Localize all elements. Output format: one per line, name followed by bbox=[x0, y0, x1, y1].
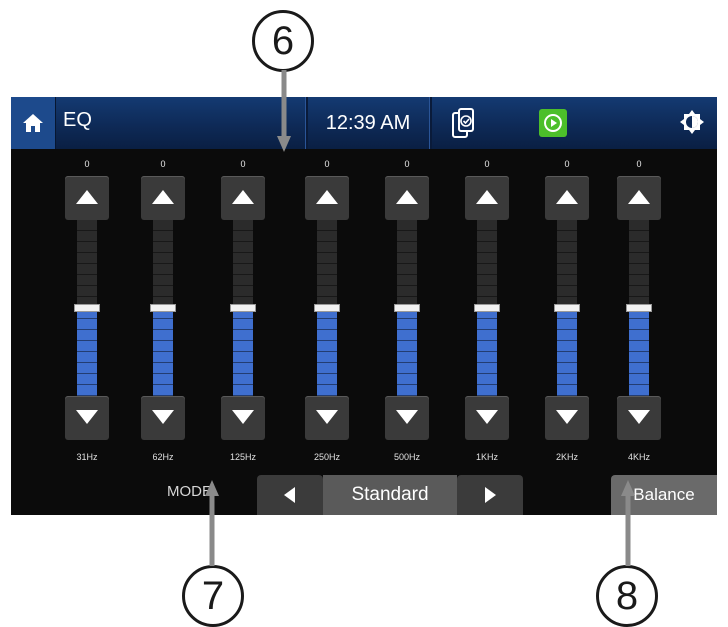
callout-8: 8 bbox=[596, 565, 658, 627]
eq-band-value: 0 bbox=[324, 159, 330, 169]
eq-band-label: 500Hz bbox=[393, 452, 420, 462]
eq-slider[interactable] bbox=[554, 220, 580, 396]
eq-band-value: 0 bbox=[240, 159, 246, 169]
arrow-down-icon bbox=[396, 410, 418, 424]
eq-down-button[interactable] bbox=[385, 396, 429, 440]
eq-slider[interactable] bbox=[474, 220, 500, 396]
eq-band-label: 4KHz bbox=[627, 452, 650, 462]
eq-down-button[interactable] bbox=[221, 396, 265, 440]
phone-link-button[interactable] bbox=[451, 107, 477, 139]
eq-up-button[interactable] bbox=[65, 176, 109, 220]
callout-7: 7 bbox=[182, 565, 244, 627]
callout-6: 6 bbox=[252, 10, 314, 72]
eq-band-value: 0 bbox=[636, 159, 642, 169]
arrow-down-icon bbox=[476, 410, 498, 424]
eq-slider-thumb[interactable] bbox=[150, 304, 176, 312]
eq-slider[interactable] bbox=[74, 220, 100, 396]
eq-band: 0 4KHz bbox=[617, 149, 661, 469]
eq-band-label: 1KHz bbox=[475, 452, 498, 462]
eq-slider-thumb[interactable] bbox=[554, 304, 580, 312]
eq-slider-thumb[interactable] bbox=[74, 304, 100, 312]
eq-down-button[interactable] bbox=[65, 396, 109, 440]
callout-6-arrow bbox=[277, 70, 291, 152]
eq-band-label: 62Hz bbox=[152, 452, 174, 462]
arrow-up-icon bbox=[628, 190, 650, 204]
play-icon bbox=[544, 114, 562, 132]
eq-band: 0 31Hz bbox=[65, 149, 109, 469]
eq-band: 0 62Hz bbox=[141, 149, 185, 469]
eq-up-button[interactable] bbox=[465, 176, 509, 220]
arrow-down-icon bbox=[152, 410, 174, 424]
mode-prev-button[interactable] bbox=[257, 475, 323, 515]
eq-band-value: 0 bbox=[404, 159, 410, 169]
eq-up-button[interactable] bbox=[617, 176, 661, 220]
page-title: EQ bbox=[63, 109, 92, 131]
clock: 12:39 AM bbox=[325, 111, 411, 134]
arrow-up-icon bbox=[556, 190, 578, 204]
eq-down-button[interactable] bbox=[141, 396, 185, 440]
callout-8-arrow bbox=[621, 480, 635, 566]
eq-slider[interactable] bbox=[230, 220, 256, 396]
eq-band-label: 125Hz bbox=[229, 452, 256, 462]
bottom-bar: MODE Standard Balance bbox=[11, 469, 717, 515]
eq-up-button[interactable] bbox=[221, 176, 265, 220]
eq-band: 0 500Hz bbox=[385, 149, 429, 469]
arrow-down-icon bbox=[316, 410, 338, 424]
eq-slider-thumb[interactable] bbox=[230, 304, 256, 312]
eq-down-button[interactable] bbox=[617, 396, 661, 440]
arrow-left-icon bbox=[284, 487, 295, 503]
play-button[interactable] bbox=[539, 109, 567, 137]
mode-value: Standard bbox=[323, 475, 457, 515]
brightness-icon bbox=[680, 110, 704, 134]
eq-screen: EQ 12:39 AM 0 31Hz 0 62Hz 0 125Hz 0 250H… bbox=[11, 97, 717, 515]
eq-band-label: 2KHz bbox=[555, 452, 578, 462]
eq-down-button[interactable] bbox=[545, 396, 589, 440]
arrow-up-icon bbox=[232, 190, 254, 204]
eq-band: 0 1KHz bbox=[465, 149, 509, 469]
eq-up-button[interactable] bbox=[305, 176, 349, 220]
eq-up-button[interactable] bbox=[385, 176, 429, 220]
brightness-button[interactable] bbox=[679, 109, 705, 135]
arrow-down-icon bbox=[628, 410, 650, 424]
eq-slider-thumb[interactable] bbox=[394, 304, 420, 312]
eq-band: 0 2KHz bbox=[545, 149, 589, 469]
eq-up-button[interactable] bbox=[141, 176, 185, 220]
home-icon bbox=[23, 114, 43, 132]
eq-slider-thumb[interactable] bbox=[626, 304, 652, 312]
arrow-down-icon bbox=[556, 410, 578, 424]
mode-next-button[interactable] bbox=[457, 475, 523, 515]
eq-band-value: 0 bbox=[84, 159, 90, 169]
callout-7-arrow bbox=[205, 480, 219, 566]
eq-slider-thumb[interactable] bbox=[314, 304, 340, 312]
arrow-down-icon bbox=[76, 410, 98, 424]
eq-slider[interactable] bbox=[626, 220, 652, 396]
arrow-up-icon bbox=[316, 190, 338, 204]
arrow-down-icon bbox=[232, 410, 254, 424]
eq-slider[interactable] bbox=[394, 220, 420, 396]
eq-band: 0 250Hz bbox=[305, 149, 349, 469]
eq-band-label: 250Hz bbox=[313, 452, 340, 462]
phone-link-icon bbox=[452, 108, 474, 138]
arrow-up-icon bbox=[76, 190, 98, 204]
eq-band: 0 125Hz bbox=[221, 149, 265, 469]
eq-band-value: 0 bbox=[564, 159, 570, 169]
eq-slider[interactable] bbox=[150, 220, 176, 396]
eq-down-button[interactable] bbox=[465, 396, 509, 440]
home-button[interactable] bbox=[11, 97, 56, 149]
divider bbox=[429, 97, 432, 149]
arrow-right-icon bbox=[485, 487, 496, 503]
eq-band-value: 0 bbox=[160, 159, 166, 169]
eq-band-label: 31Hz bbox=[76, 452, 98, 462]
eq-slider-thumb[interactable] bbox=[474, 304, 500, 312]
top-bar: EQ 12:39 AM bbox=[11, 97, 717, 149]
eq-up-button[interactable] bbox=[545, 176, 589, 220]
eq-down-button[interactable] bbox=[305, 396, 349, 440]
eq-band-value: 0 bbox=[484, 159, 490, 169]
arrow-up-icon bbox=[476, 190, 498, 204]
arrow-up-icon bbox=[396, 190, 418, 204]
eq-slider[interactable] bbox=[314, 220, 340, 396]
arrow-up-icon bbox=[152, 190, 174, 204]
